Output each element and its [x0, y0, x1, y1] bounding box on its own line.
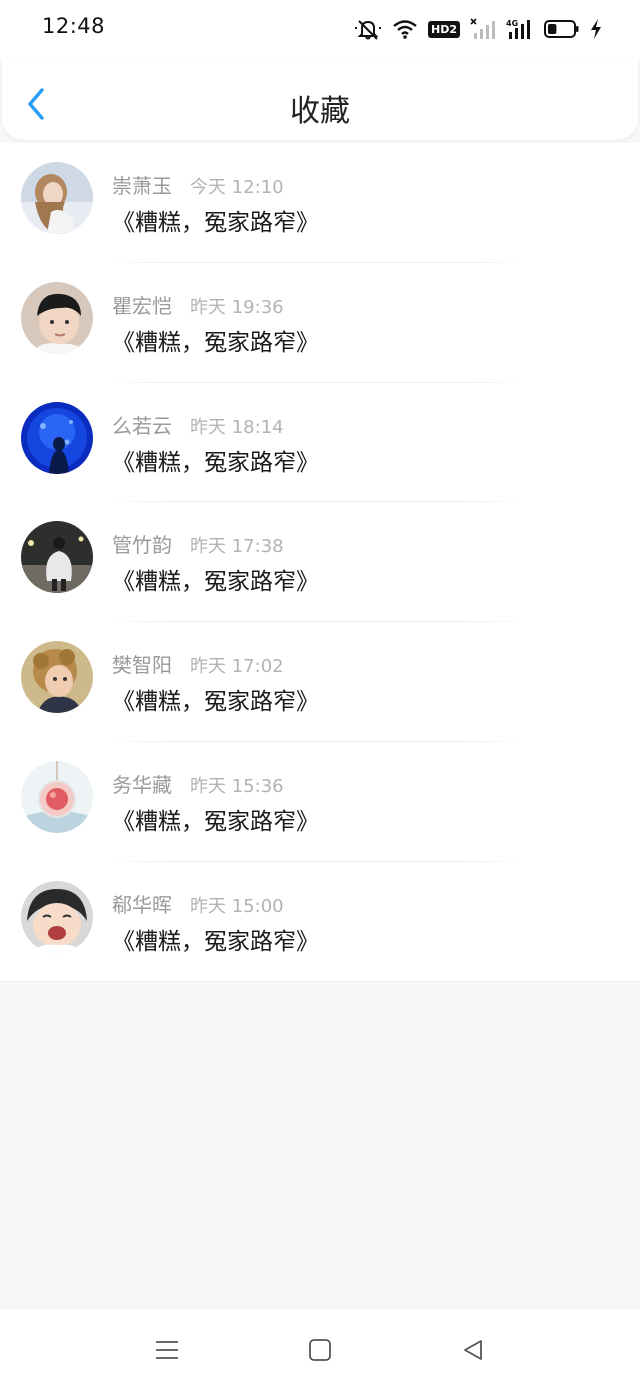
night-street-photo-icon — [21, 521, 93, 594]
sender-name: 管竹韵 — [112, 533, 172, 558]
avatar[interactable] — [21, 641, 93, 714]
status-bar: 12:48 HD2 4G — [0, 0, 640, 58]
list-item[interactable]: 崇萧玉 今天 12:10 《糟糕，冤家路窄》 — [0, 143, 640, 263]
status-time: 12:48 — [42, 14, 106, 38]
wifi-icon — [392, 18, 418, 40]
curly-child-photo-icon — [21, 641, 93, 714]
message-text: 《糟糕，冤家路窄》 — [112, 569, 319, 596]
girl-photo-icon — [21, 162, 93, 234]
message-text: 《糟糕，冤家路窄》 — [112, 808, 319, 835]
avatar[interactable] — [21, 401, 93, 474]
mute-bell-icon — [354, 17, 382, 41]
sender-name: 崇萧玉 — [112, 174, 172, 198]
menu-icon — [156, 1341, 178, 1359]
sender-name: 么若云 — [112, 413, 172, 438]
signal-off-icon — [470, 18, 496, 40]
timestamp: 昨天 17:02 — [190, 656, 284, 678]
charging-icon — [590, 18, 602, 40]
boy-photo-icon — [21, 281, 93, 354]
message-text: 《糟糕，冤家路窄》 — [112, 210, 319, 236]
page-title: 收藏 — [290, 94, 350, 129]
header: 收藏 — [2, 58, 638, 140]
favorites-list: 崇萧玉 今天 12:10 《糟糕，冤家路窄》 瞿宏恺 昨天 19:36 《糟糕，冤家… — [0, 143, 640, 982]
timestamp: 昨天 15:36 — [190, 775, 284, 797]
list-item[interactable]: 樊智阳 昨天 17:02 《糟糕，冤家路窄》 — [0, 622, 640, 742]
home-square-icon — [309, 1339, 331, 1361]
battery-icon — [544, 18, 580, 40]
list-item[interactable]: 瞿宏恺 昨天 19:36 《糟糕，冤家路窄》 — [0, 263, 640, 383]
avatar[interactable] — [21, 760, 93, 833]
list-item[interactable]: 管竹韵 昨天 17:38 《糟糕，冤家路窄》 — [0, 502, 640, 623]
home-button[interactable] — [305, 1335, 335, 1365]
divider — [0, 980, 640, 982]
svg-text:4G: 4G — [506, 19, 518, 28]
laughing-child-photo-icon — [21, 880, 93, 953]
sender-name: 樊智阳 — [112, 653, 172, 678]
pendant-photo-icon — [21, 760, 93, 833]
sender-name: 郗华晖 — [112, 892, 172, 917]
system-nav-bar — [0, 1309, 640, 1387]
timestamp: 昨天 17:38 — [190, 536, 284, 558]
back-triangle-icon — [464, 1340, 482, 1360]
timestamp: 今天 12:10 — [190, 177, 284, 198]
menu-button[interactable] — [152, 1335, 182, 1365]
timestamp: 昨天 15:00 — [190, 895, 284, 917]
hd-icon: HD2 — [428, 20, 460, 38]
message-text: 《糟糕，冤家路窄》 — [112, 689, 319, 716]
system-back-button[interactable] — [458, 1335, 488, 1365]
message-text: 《糟糕，冤家路窄》 — [112, 928, 319, 955]
status-icons: HD2 4G — [354, 16, 602, 42]
message-text: 《糟糕，冤家路窄》 — [112, 329, 319, 356]
message-text: 《糟糕，冤家路窄》 — [112, 449, 319, 476]
list-item[interactable]: 务华藏 昨天 15:36 《糟糕，冤家路窄》 — [0, 742, 640, 862]
sender-name: 瞿宏恺 — [112, 293, 172, 318]
list-item[interactable]: 么若云 昨天 18:14 《糟糕，冤家路窄》 — [0, 383, 640, 503]
avatar[interactable] — [21, 880, 93, 953]
signal-4g-icon: 4G — [506, 18, 534, 40]
avatar[interactable] — [21, 281, 93, 354]
avatar[interactable] — [21, 162, 93, 234]
list-item[interactable]: 郗华晖 昨天 15:00 《糟糕，冤家路窄》 — [0, 862, 640, 982]
sender-name: 务华藏 — [112, 772, 172, 797]
timestamp: 昨天 18:14 — [190, 416, 284, 438]
avatar[interactable] — [21, 521, 93, 594]
timestamp: 昨天 19:36 — [190, 296, 284, 318]
aquarium-photo-icon — [21, 401, 93, 474]
